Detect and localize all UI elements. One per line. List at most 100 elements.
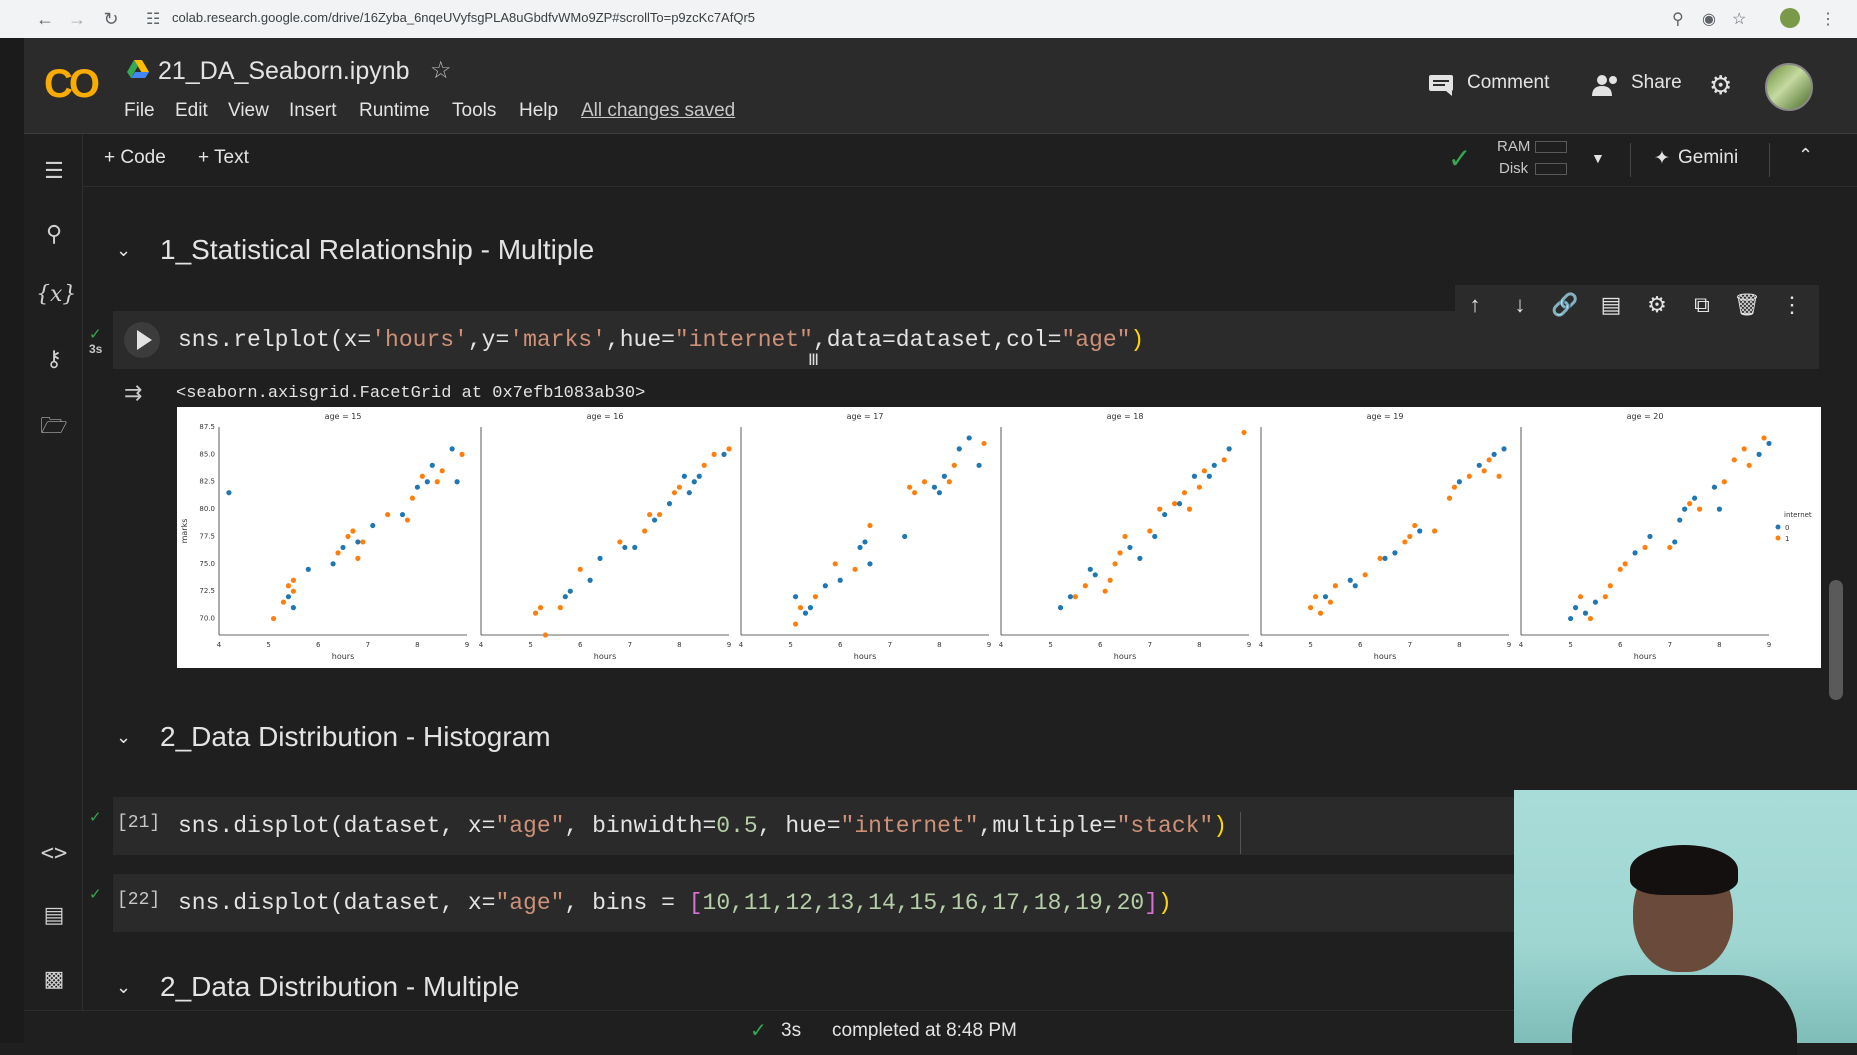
variables-icon[interactable]: {x} xyxy=(36,282,76,307)
x-axis-label: hours xyxy=(1374,652,1397,661)
code-snippets-icon[interactable]: <> xyxy=(36,841,72,866)
key-icon[interactable]: ⚷ xyxy=(36,346,72,372)
scatter-point xyxy=(1716,506,1722,512)
scatter-point xyxy=(1491,451,1497,457)
scatter-point xyxy=(577,566,583,572)
comment-button[interactable]: Comment xyxy=(1467,72,1549,94)
scatter-point xyxy=(542,632,549,638)
menu-file[interactable]: File xyxy=(124,100,155,122)
back-icon[interactable]: ← xyxy=(34,8,56,30)
scatter-point xyxy=(1731,457,1737,463)
play-icon[interactable] xyxy=(137,330,152,350)
scatter-point xyxy=(1632,550,1638,556)
x-tick-label: 5 xyxy=(1048,641,1052,649)
terminal-icon[interactable]: ▩ xyxy=(36,966,72,992)
delete-icon[interactable]: 🗑 xyxy=(1731,292,1763,318)
link-icon[interactable]: 🔗 xyxy=(1549,292,1581,318)
facet-title: age = 16 xyxy=(587,412,624,421)
scatter-point xyxy=(1432,528,1438,534)
x-tick-label: 4 xyxy=(1259,641,1264,649)
x-axis-label: hours xyxy=(1634,652,1657,661)
settings-gear-icon[interactable]: ⚙ xyxy=(1709,70,1732,101)
scatter-point xyxy=(1067,594,1074,600)
forward-icon[interactable]: → xyxy=(66,8,88,30)
x-tick-label: 7 xyxy=(628,641,632,649)
move-up-icon[interactable]: ↑ xyxy=(1459,292,1491,318)
scatter-point xyxy=(1147,528,1153,534)
x-tick-label: 6 xyxy=(316,641,321,649)
notebook-title[interactable]: 21_DA_Seaborn.ipynb xyxy=(158,57,410,86)
add-code-button[interactable]: + Code xyxy=(104,147,166,169)
command-palette-icon[interactable]: ▤ xyxy=(36,902,72,928)
section-collapse-chevron-icon[interactable]: ⌄ xyxy=(116,727,131,748)
share-button[interactable]: Share xyxy=(1631,72,1682,94)
scatter-point xyxy=(1107,577,1113,583)
y-tick-label: 85.0 xyxy=(199,450,215,458)
menu-runtime[interactable]: Runtime xyxy=(359,100,430,122)
move-down-icon[interactable]: ↓ xyxy=(1504,292,1536,318)
x-tick-label: 6 xyxy=(1618,641,1623,649)
scatter-point xyxy=(1667,544,1673,551)
scatter-point xyxy=(981,440,987,447)
save-status[interactable]: All changes saved xyxy=(581,100,735,122)
share-people-icon[interactable] xyxy=(1592,74,1620,96)
connected-check-icon[interactable]: ✓ xyxy=(1448,142,1471,175)
bookmark-star-icon[interactable]: ☆ xyxy=(1732,9,1746,29)
comment-cell-icon[interactable]: ▤ xyxy=(1595,292,1627,318)
section-collapse-chevron-icon[interactable]: ⌄ xyxy=(116,977,131,998)
scatter-point xyxy=(946,479,952,485)
folder-icon[interactable]: 🗁 xyxy=(36,409,72,447)
menu-edit[interactable]: Edit xyxy=(175,100,208,122)
x-axis-label: hours xyxy=(332,652,355,661)
cell-code[interactable]: sns.relplot(x='hours',y='marks',hue="int… xyxy=(178,327,1144,353)
scatter-point xyxy=(1377,555,1383,561)
cell-code[interactable]: sns.displot(dataset, x="age", binwidth=0… xyxy=(178,813,1227,839)
colab-logo[interactable]: CO xyxy=(44,62,100,107)
scatter-point xyxy=(931,484,938,490)
scrollbar[interactable] xyxy=(1829,580,1843,700)
gemini-button[interactable]: Gemini xyxy=(1678,147,1738,169)
add-text-button[interactable]: + Text xyxy=(198,147,249,169)
scatter-point xyxy=(812,594,819,600)
menu-insert[interactable]: Insert xyxy=(289,100,337,122)
scatter-point xyxy=(532,610,539,616)
scatter-point xyxy=(370,522,376,529)
output-toggle-icon[interactable]: ⇉ xyxy=(124,380,142,406)
site-info-icon[interactable]: ☷ xyxy=(146,9,160,29)
x-tick-label: 9 xyxy=(1247,641,1251,649)
user-avatar[interactable] xyxy=(1765,63,1813,111)
reload-icon[interactable]: ↻ xyxy=(100,8,122,30)
disk-label: Disk xyxy=(1499,160,1529,177)
profile-avatar[interactable] xyxy=(1780,8,1800,28)
scatter-point xyxy=(1622,561,1628,567)
browser-menu-icon[interactable]: ⋮ xyxy=(1820,9,1836,29)
scatter-point xyxy=(449,446,455,452)
scatter-point xyxy=(1607,583,1613,589)
scatter-point xyxy=(1687,501,1693,507)
menu-help[interactable]: Help xyxy=(519,100,558,122)
scatter-point xyxy=(1322,594,1329,600)
chevron-up-icon[interactable]: ⌃ xyxy=(1798,145,1813,166)
execution-count: [22] xyxy=(117,890,161,910)
legend-title: internet xyxy=(1784,511,1812,519)
section-collapse-chevron-icon[interactable]: ⌄ xyxy=(116,240,131,261)
star-icon[interactable]: ☆ xyxy=(430,56,452,85)
comment-icon[interactable] xyxy=(1428,74,1454,96)
mirror-cell-icon[interactable]: ⧉ xyxy=(1686,292,1718,318)
scatter-point xyxy=(345,533,351,540)
search-icon[interactable]: ⚲ xyxy=(36,221,72,247)
more-options-icon[interactable]: ⋮ xyxy=(1776,292,1808,318)
tracking-icon[interactable]: ◉ xyxy=(1702,9,1716,29)
scatter-point xyxy=(1476,462,1482,468)
zoom-icon[interactable]: ⚲ xyxy=(1672,9,1684,29)
menu-view[interactable]: View xyxy=(228,100,269,122)
scatter-point xyxy=(1122,533,1128,540)
url-text[interactable]: colab.research.google.com/drive/16Zyba_6… xyxy=(172,10,755,25)
scatter-point xyxy=(941,473,947,479)
chevron-down-icon[interactable]: ▼ xyxy=(1591,150,1605,166)
table-of-contents-icon[interactable]: ☰ xyxy=(36,158,72,184)
menu-tools[interactable]: Tools xyxy=(452,100,496,122)
cell-settings-icon[interactable]: ⚙ xyxy=(1641,292,1673,318)
scatter-point xyxy=(652,517,658,523)
cell-code[interactable]: sns.displot(dataset, x="age", bins = [10… xyxy=(178,890,1172,916)
